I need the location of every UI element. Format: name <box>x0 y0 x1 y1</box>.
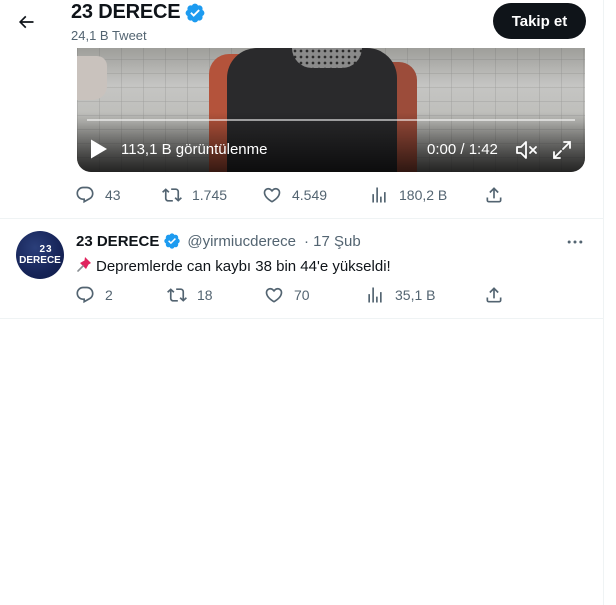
like-icon <box>263 187 281 203</box>
verified-badge-icon <box>164 233 181 249</box>
profile-name: 23 DERECE <box>71 1 181 23</box>
retweet-icon <box>167 288 187 302</box>
video-time: 0:00 / 1:42 <box>427 141 498 158</box>
back-button[interactable] <box>10 6 42 38</box>
view-count: 35,1 B <box>395 287 436 303</box>
views-icon <box>372 187 386 203</box>
like-button[interactable]: 4.549 <box>262 185 327 205</box>
views-button[interactable]: 35,1 B <box>365 285 435 305</box>
reply-icon <box>76 186 94 204</box>
tweet2-header: 23 DERECE @yirmiucderece · 17 Şub <box>76 232 361 250</box>
avatar-text-word: DERECE <box>19 254 61 266</box>
play-icon[interactable] <box>89 138 109 160</box>
author-name[interactable]: 23 DERECE <box>76 233 159 250</box>
retweet-button[interactable]: 18 <box>167 285 213 305</box>
video-view-count: 113,1 B görüntülenme <box>121 141 268 158</box>
share-icon <box>486 287 502 303</box>
reply-count: 2 <box>105 287 113 303</box>
avatar[interactable]: 23 DERECE <box>16 231 64 279</box>
tweet-divider <box>0 218 604 219</box>
tweet-divider <box>0 318 604 319</box>
more-icon <box>567 240 583 244</box>
share-icon <box>486 187 502 203</box>
video-figure-scarf <box>292 48 362 68</box>
reply-count: 43 <box>105 187 121 203</box>
reply-icon <box>76 286 94 304</box>
like-icon <box>265 287 283 303</box>
mute-icon[interactable] <box>515 139 539 161</box>
reply-button[interactable]: 43 <box>75 185 121 205</box>
reply-button[interactable]: 2 <box>75 285 113 305</box>
tweet1-actions: 43 1.745 4.549 180,2 B <box>75 185 515 209</box>
like-count: 4.549 <box>292 187 328 203</box>
share-button[interactable] <box>484 285 504 305</box>
views-icon <box>368 287 382 303</box>
share-button[interactable] <box>484 185 504 205</box>
views-button[interactable]: 180,2 B <box>369 185 447 205</box>
timeline-column: 23 DERECE 24,1 B Tweet Takip et 113,1 B … <box>0 0 604 605</box>
tweet2-actions: 2 18 70 35,1 B <box>75 285 515 309</box>
more-options-button[interactable] <box>565 232 587 252</box>
retweet-count: 1.745 <box>192 187 228 203</box>
retweet-count: 18 <box>197 287 213 303</box>
tweet-body: Depremlerde can kaybı 38 bin 44'e yüksel… <box>96 258 391 275</box>
video-player[interactable]: 113,1 B görüntülenme 0:00 / 1:42 <box>77 48 585 172</box>
pin-icon <box>77 257 91 272</box>
verified-badge-icon <box>185 3 205 22</box>
tweet-count: 24,1 B Tweet <box>71 28 147 43</box>
fullscreen-icon[interactable] <box>551 139 573 161</box>
back-arrow-icon <box>18 15 34 29</box>
retweet-icon <box>162 188 182 202</box>
retweet-button[interactable]: 1.745 <box>162 185 227 205</box>
tweet-text: Depremlerde can kaybı 38 bin 44'e yüksel… <box>76 255 391 275</box>
like-button[interactable]: 70 <box>264 285 310 305</box>
video-progress-bar[interactable] <box>87 119 575 121</box>
video-figure-hand <box>77 56 107 100</box>
like-count: 70 <box>294 287 310 303</box>
follow-button[interactable]: Takip et <box>493 3 586 39</box>
profile-title: 23 DERECE <box>71 1 206 24</box>
avatar-text-number: 23 <box>39 243 53 255</box>
tweet-date[interactable]: · 17 Şub <box>304 233 361 250</box>
view-count: 180,2 B <box>399 187 448 203</box>
author-handle[interactable]: @yirmiucderece <box>187 233 296 250</box>
